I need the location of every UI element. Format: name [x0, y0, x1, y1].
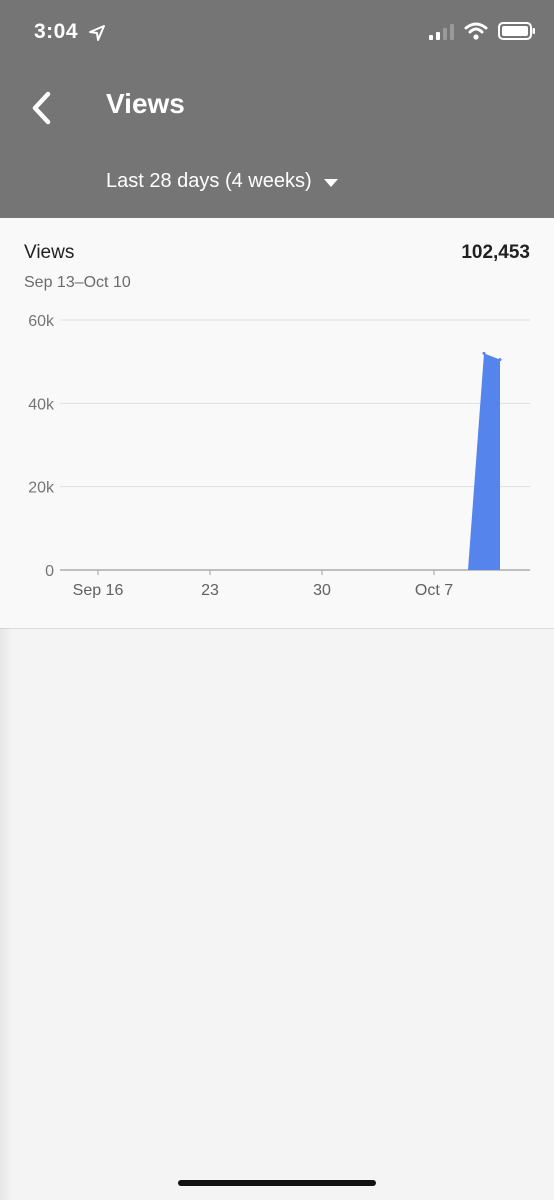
x-tick-label: Sep 16 — [73, 582, 124, 598]
views-chart: 0 20k 40k 60k Sep 16 23 30 Oct 7 — [28, 313, 530, 598]
x-tick-label: 30 — [313, 582, 331, 598]
page-title: Views — [106, 88, 185, 119]
y-tick-label: 0 — [45, 563, 54, 580]
status-indicators — [429, 22, 536, 40]
y-tick-label: 20k — [28, 480, 55, 497]
back-button[interactable] — [26, 88, 60, 128]
y-tick-label: 60k — [28, 313, 55, 330]
home-indicator[interactable] — [178, 1180, 376, 1186]
x-tick-label: Oct 7 — [415, 582, 453, 598]
edge-shadow — [0, 628, 12, 1200]
metric-name: Views — [24, 242, 75, 263]
wifi-icon — [464, 22, 488, 40]
x-tick-label: 23 — [201, 582, 219, 598]
data-point — [498, 358, 502, 362]
cellular-signal-icon — [429, 23, 454, 40]
views-area-series — [468, 353, 500, 570]
metric-total: 102,453 — [461, 242, 530, 263]
date-range-label: Last 28 days (4 weeks) — [106, 170, 312, 192]
data-point — [482, 351, 486, 355]
caret-down-icon — [323, 179, 338, 187]
app-header: 3:04 Views Last 28 days (4 weeks) — [0, 0, 554, 218]
status-time: 3:04 — [34, 20, 79, 43]
date-range-dropdown[interactable]: Last 28 days (4 weeks) — [106, 170, 338, 193]
views-analytics-screen: 3:04 Views Last 28 days (4 weeks) Views … — [0, 0, 554, 1200]
y-tick-label: 40k — [28, 396, 55, 413]
views-card: Views 102,453 Sep 13–Oct 10 0 20k 40k 60k Se… — [0, 218, 554, 629]
metric-period: Sep 13–Oct 10 — [24, 274, 131, 291]
battery-icon — [498, 22, 535, 40]
location-arrow-icon — [89, 25, 105, 41]
